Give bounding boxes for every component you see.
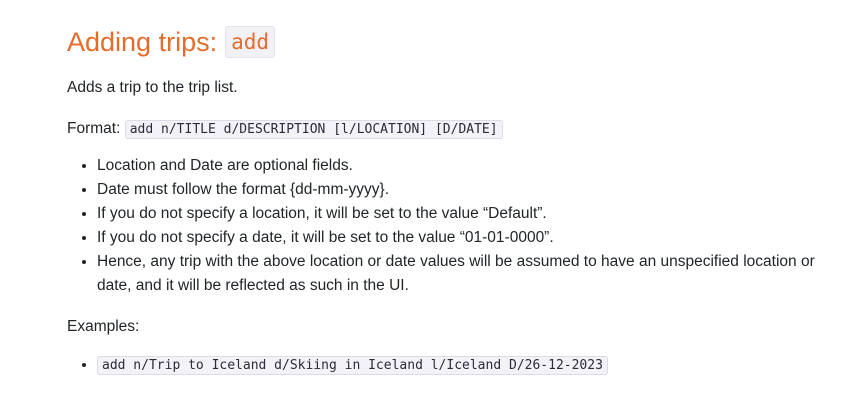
heading-command-code: add [225, 26, 276, 58]
note-item: Date must follow the format {dd-mm-yyyy}… [97, 178, 827, 202]
command-description: Adds a trip to the trip list. [67, 79, 238, 96]
note-item: If you do not specify a location, it wil… [97, 202, 827, 226]
examples-label: Examples: [67, 318, 140, 335]
heading-title: Adding trips: [67, 27, 218, 57]
note-item: Location and Date are optional fields. [97, 154, 827, 178]
section-heading: Adding trips: add [67, 22, 827, 62]
notes-list: Location and Date are optional fields. D… [67, 154, 827, 298]
example-code: add n/Trip to Iceland d/Skiing in Icelan… [97, 356, 608, 375]
format-syntax-code: add n/TITLE d/DESCRIPTION [l/LOCATION] [… [124, 120, 503, 139]
main-content: Adding trips: add Adds a trip to the tri… [67, 22, 827, 378]
example-item: add n/Trip to Iceland d/Skiing in Icelan… [97, 353, 827, 378]
format-label: Format: [67, 120, 121, 137]
examples-list: add n/Trip to Iceland d/Skiing in Icelan… [67, 353, 827, 378]
note-item: Hence, any trip with the above location … [97, 250, 827, 298]
note-item: If you do not specify a date, it will be… [97, 226, 827, 250]
format-line: Format: add n/TITLE d/DESCRIPTION [l/LOC… [67, 117, 827, 142]
